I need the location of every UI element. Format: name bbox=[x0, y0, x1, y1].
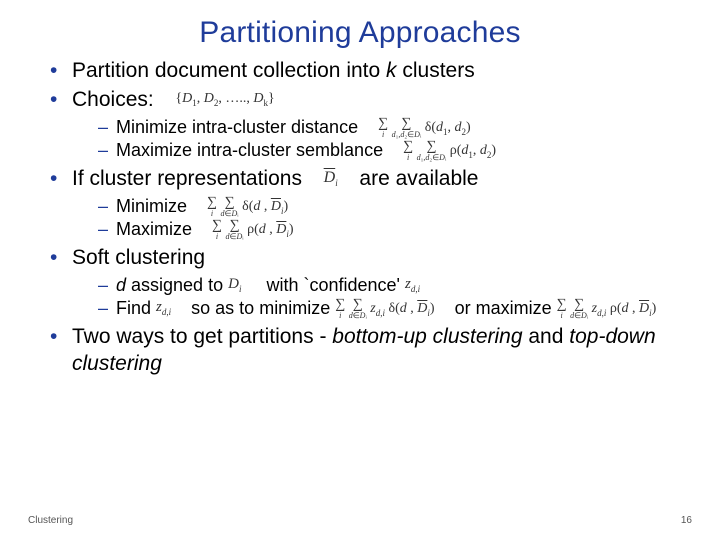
text: Two ways to get partitions - bbox=[72, 325, 332, 348]
slide: Partitioning Approaches Partition docume… bbox=[0, 0, 720, 540]
text: Partition document collection into bbox=[72, 59, 386, 82]
math-max-semblance: ∑i ∑d₁,d₂∈Dᵢ ρ(d1, d2) bbox=[403, 141, 496, 161]
var-d: d bbox=[116, 275, 126, 295]
bullet-two-ways: Two ways to get partitions - bottom-up c… bbox=[50, 324, 680, 378]
bullet-list: Partition document collection into k clu… bbox=[50, 58, 680, 377]
math-dbar: Di bbox=[324, 170, 338, 188]
text: If cluster representations bbox=[72, 167, 302, 190]
sub-soft-assign: d assigned to Di with `confidence' zd,i bbox=[98, 274, 680, 297]
bullet-partition: Partition document collection into k clu… bbox=[50, 58, 680, 85]
math-soft-min: ∑i ∑d∈Dᵢ zd,i δ(d , Di) bbox=[335, 299, 434, 319]
bullet-soft-clustering: Soft clustering d assigned to Di with `c… bbox=[50, 245, 680, 320]
math-rep-max: ∑i ∑d∈Dᵢ ρ(d , Di) bbox=[212, 220, 294, 240]
text: are available bbox=[359, 167, 478, 190]
sublist-rep: Minimize ∑i ∑d∈Dᵢ δ(d , Di) Maximize ∑i … bbox=[98, 195, 680, 241]
text: Choices: bbox=[72, 88, 154, 111]
text: so as to minimize bbox=[186, 298, 335, 318]
math-di: Di bbox=[228, 277, 241, 294]
text: Minimize intra-cluster distance bbox=[116, 117, 358, 137]
text: and bbox=[523, 325, 570, 348]
slide-title: Partitioning Approaches bbox=[40, 16, 680, 50]
bullet-choices: Choices: {D1, D2, ….., Dk} Minimize intr… bbox=[50, 87, 680, 162]
math-zdi2: zd,i bbox=[156, 300, 171, 317]
math-min-distance: ∑i ∑d₁,d₂∈Dᵢ δ(d1, d2) bbox=[378, 118, 471, 138]
sub-min-distance: Minimize intra-cluster distance ∑i ∑d₁,d… bbox=[98, 116, 680, 139]
math-set: {D1, D2, ….., Dk} bbox=[175, 92, 274, 108]
math-soft-max: ∑i ∑d∈Dᵢ zd,i ρ(d , Di) bbox=[557, 299, 657, 319]
bullet-representations: If cluster representations Di are availa… bbox=[50, 166, 680, 241]
text: Soft clustering bbox=[72, 246, 205, 269]
sub-soft-find: Find zd,i so as to minimize ∑i ∑d∈Dᵢ zd,… bbox=[98, 297, 680, 320]
text: Maximize bbox=[116, 219, 192, 239]
text: Maximize intra-cluster semblance bbox=[116, 140, 383, 160]
sublist-choices: Minimize intra-cluster distance ∑i ∑d₁,d… bbox=[98, 116, 680, 162]
text: or maximize bbox=[450, 298, 557, 318]
math-rep-min: ∑i ∑d∈Dᵢ δ(d , Di) bbox=[207, 197, 288, 217]
sub-rep-min: Minimize ∑i ∑d∈Dᵢ δ(d , Di) bbox=[98, 195, 680, 218]
footer-left: Clustering bbox=[28, 515, 73, 526]
slide-number: 16 bbox=[681, 515, 692, 526]
sub-rep-max: Maximize ∑i ∑d∈Dᵢ ρ(d , Di) bbox=[98, 218, 680, 241]
text: Minimize bbox=[116, 196, 187, 216]
text-bottom-up: bottom-up clustering bbox=[332, 325, 522, 348]
text: with `confidence' bbox=[261, 275, 405, 295]
sub-max-semblance: Maximize intra-cluster semblance ∑i ∑d₁,… bbox=[98, 139, 680, 162]
sublist-soft: d assigned to Di with `confidence' zd,i … bbox=[98, 274, 680, 320]
text: Find bbox=[116, 298, 156, 318]
text: clusters bbox=[397, 59, 475, 82]
text: assigned to bbox=[126, 275, 228, 295]
math-zdi: zd,i bbox=[405, 277, 420, 294]
var-k: k bbox=[386, 59, 397, 82]
